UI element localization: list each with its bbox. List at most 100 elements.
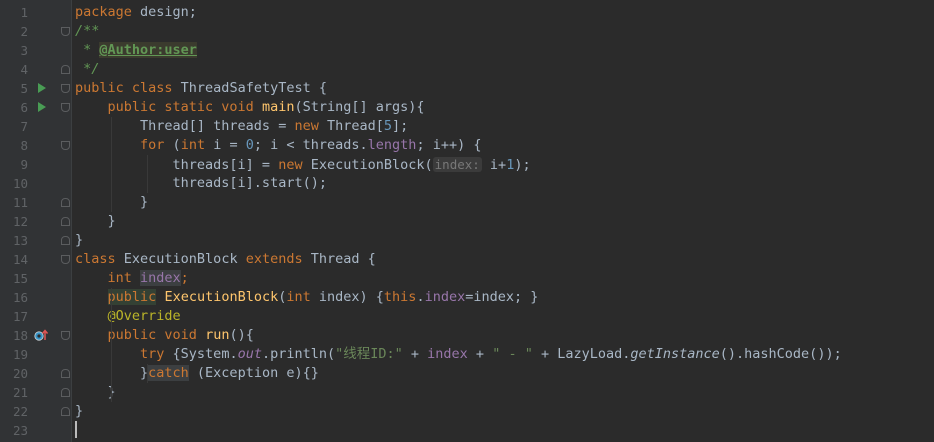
fold-marker[interactable] xyxy=(61,198,70,207)
code-token: } xyxy=(75,403,84,419)
code-token: =index; } xyxy=(465,289,539,305)
code-token: Thread { xyxy=(310,251,376,267)
line-number: 11 xyxy=(12,195,28,210)
code-token: new xyxy=(278,157,311,173)
code-token: public xyxy=(107,289,157,305)
code-line[interactable]: */ xyxy=(75,60,99,79)
code-token: int xyxy=(180,137,214,153)
editor-gutter[interactable]: 1 2 3 4 5 6 7 8 9 10 11 12 13 14 15 16 17 18 19 20 21 22 23 xyxy=(0,0,72,442)
fold-marker[interactable] xyxy=(61,65,70,74)
code-line[interactable]: class ExecutionBlock extends Thread { xyxy=(75,250,376,269)
code-token: */ xyxy=(75,61,100,77)
code-token: .println( xyxy=(261,346,336,362)
indent-guide xyxy=(111,288,112,402)
line-number: 12 xyxy=(12,214,28,229)
fold-marker[interactable] xyxy=(61,84,70,93)
code-line[interactable]: int index; xyxy=(75,269,189,288)
line-number: 7 xyxy=(20,119,28,134)
code-token: threads[i].start(); xyxy=(75,175,327,191)
code-token: ); xyxy=(514,157,531,173)
fold-marker[interactable] xyxy=(61,103,70,112)
fold-marker[interactable] xyxy=(61,388,70,397)
code-token: @Author:user xyxy=(99,42,197,58)
code-line[interactable]: @Override xyxy=(75,307,181,326)
code-token: ExecutionBlock( xyxy=(310,157,433,173)
code-line[interactable]: * @Author:user xyxy=(75,41,197,60)
fold-marker[interactable] xyxy=(61,217,70,226)
fold-marker[interactable] xyxy=(61,331,70,340)
override-method-icon[interactable] xyxy=(34,329,49,346)
code-token: getInstance xyxy=(630,346,720,362)
code-token: public class xyxy=(75,80,181,96)
line-number: 15 xyxy=(12,271,28,286)
line-number: 10 xyxy=(12,176,28,191)
code-line[interactable]: } xyxy=(75,212,116,231)
run-icon[interactable] xyxy=(38,83,46,93)
code-line[interactable]: } xyxy=(75,383,116,402)
code-token: ; xyxy=(180,270,189,286)
fold-marker[interactable] xyxy=(61,407,70,416)
code-line[interactable]: for (int i = 0; i < threads.length; i++)… xyxy=(75,136,481,155)
code-token: ExecutionBlock xyxy=(164,289,279,305)
fold-marker[interactable] xyxy=(61,369,70,378)
code-token: catch xyxy=(148,365,189,381)
line-number: 6 xyxy=(20,100,28,115)
code-token: ; i++) { xyxy=(416,137,482,153)
line-number: 9 xyxy=(20,157,28,172)
code-token: index xyxy=(140,270,181,286)
code-token: + xyxy=(467,346,493,362)
code-line[interactable]: package design; xyxy=(75,3,197,22)
code-token: int xyxy=(286,289,319,305)
fold-marker[interactable] xyxy=(61,255,70,264)
line-number: 14 xyxy=(12,252,28,267)
code-token: " - " xyxy=(492,346,533,362)
code-token: extends xyxy=(245,251,311,267)
code-line[interactable]: } xyxy=(75,231,83,250)
code-token: new xyxy=(294,118,327,134)
code-line[interactable]: public class ThreadSafetyTest { xyxy=(75,79,327,98)
fold-marker[interactable] xyxy=(61,236,70,245)
code-token: class xyxy=(75,251,124,267)
code-token: ; i < threads. xyxy=(253,137,368,153)
code-token: main xyxy=(261,99,295,115)
code-token: ]; xyxy=(392,118,409,134)
code-token: + xyxy=(402,346,428,362)
code-line[interactable]: public static void main(String[] args){ xyxy=(75,98,425,117)
fold-marker[interactable] xyxy=(61,141,70,150)
line-number: 20 xyxy=(12,366,28,381)
line-number: 2 xyxy=(20,24,28,39)
code-line[interactable]: public void run(){ xyxy=(75,326,254,345)
code-token: (){ xyxy=(229,327,254,343)
code-token: 0 xyxy=(245,137,254,153)
code-token: (Exception e){} xyxy=(188,365,319,381)
code-token: + LazyLoad. xyxy=(532,346,631,362)
code-line[interactable]: } xyxy=(75,402,83,421)
code-token: index) { xyxy=(318,289,384,305)
code-line[interactable]: Thread[] threads = new Thread[5]; xyxy=(75,117,408,136)
code-token: public void xyxy=(107,327,206,343)
code-token: } xyxy=(75,384,116,400)
code-token: out xyxy=(237,346,262,362)
code-line[interactable]: try {System.out.println("线程ID:" + index … xyxy=(75,345,842,364)
code-token: try xyxy=(140,346,173,362)
code-token: . xyxy=(416,289,425,305)
code-token: i = xyxy=(213,137,246,153)
code-token: run xyxy=(205,327,230,343)
code-token: index xyxy=(427,346,468,362)
code-editor[interactable]: 1 2 3 4 5 6 7 8 9 10 11 12 13 14 15 16 17 18 19 20 21 22 23 pa… xyxy=(0,0,934,442)
run-icon[interactable] xyxy=(38,102,46,112)
code-line[interactable]: threads[i] = new ExecutionBlock(index: i… xyxy=(75,155,531,174)
code-line[interactable]: /** xyxy=(75,22,99,41)
fold-marker[interactable] xyxy=(61,27,70,36)
code-line[interactable]: threads[i].start(); xyxy=(75,174,327,193)
code-token: this xyxy=(383,289,417,305)
indent-guide xyxy=(147,155,148,193)
line-number: 17 xyxy=(12,309,28,324)
code-token: i+ xyxy=(481,157,507,173)
code-line[interactable]: public ExecutionBlock(int index) {this.i… xyxy=(75,288,538,307)
